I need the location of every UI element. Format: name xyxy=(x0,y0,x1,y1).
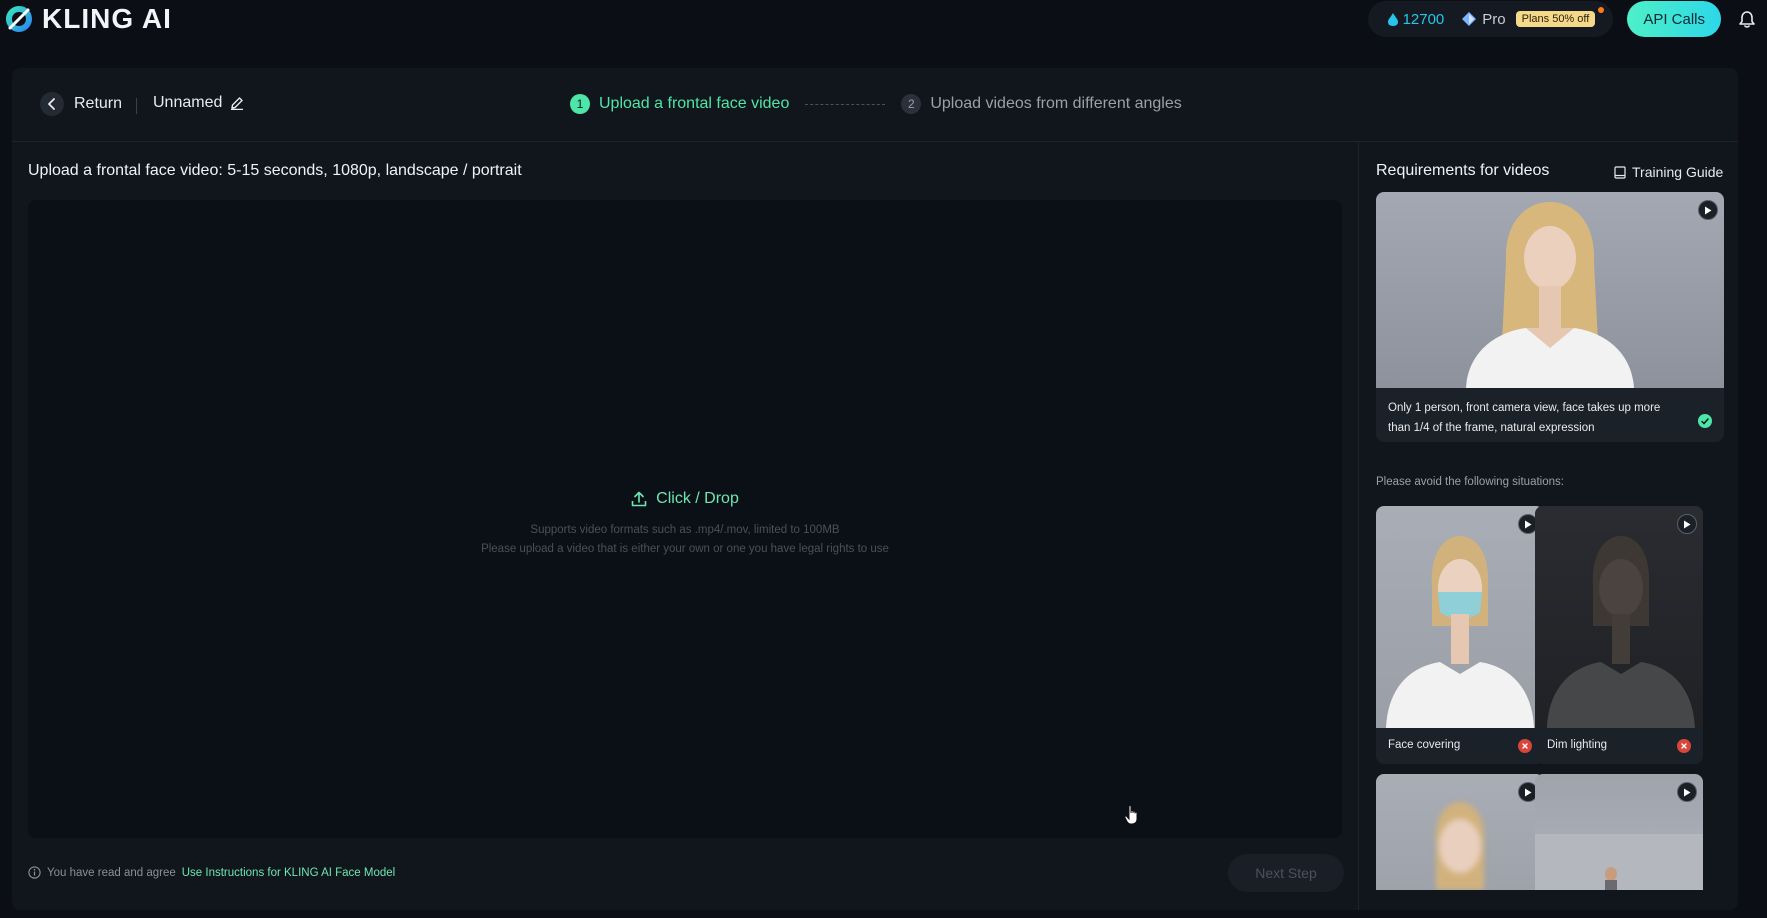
click-drop-action[interactable]: Click / Drop xyxy=(631,490,739,508)
header-divider xyxy=(136,98,137,114)
face-covering-thumbnail xyxy=(1376,506,1544,728)
info-icon xyxy=(28,866,41,879)
bad-example-too-far[interactable] xyxy=(1535,774,1703,890)
step-1-number: 1 xyxy=(570,94,590,114)
bell-icon xyxy=(1739,10,1755,28)
step-1-label: Upload a frontal face video xyxy=(599,95,790,112)
cross-icon xyxy=(1518,739,1532,753)
top-right-controls: 12700 Pro Plans 50% off ● API Calls xyxy=(1367,0,1759,38)
brand-name: KLING AI xyxy=(42,3,172,34)
training-guide-link[interactable]: Training Guide xyxy=(1614,164,1723,180)
credits-count: 12700 xyxy=(1402,10,1445,28)
play-icon xyxy=(1684,788,1691,796)
good-example-card[interactable]: Only 1 person, front camera view, face t… xyxy=(1376,192,1724,442)
panel-header: Return Unnamed 1 Upload a frontal face v… xyxy=(12,68,1738,142)
step-indicator: 1 Upload a frontal face video 2 Upload v… xyxy=(570,94,1182,114)
cross-icon xyxy=(1677,739,1691,753)
credits: 12700 xyxy=(1387,10,1445,28)
api-calls-button[interactable]: API Calls xyxy=(1627,1,1721,37)
person-mask-image xyxy=(1386,536,1534,728)
play-icon xyxy=(1525,520,1532,528)
sidebar-divider xyxy=(1358,142,1359,910)
next-step-button[interactable]: Next Step xyxy=(1228,854,1344,892)
agree-text: You have read and agree xyxy=(47,866,176,879)
play-icon xyxy=(1684,520,1691,528)
dim-lighting-thumbnail xyxy=(1535,506,1703,728)
main-panel: Return Unnamed 1 Upload a frontal face v… xyxy=(12,68,1738,910)
return-button[interactable]: Return xyxy=(40,92,122,116)
agreement-note: You have read and agree Use Instructions… xyxy=(28,866,395,879)
pro-plan[interactable]: Pro Plans 50% off ● xyxy=(1462,1,1605,28)
project-name[interactable]: Unnamed xyxy=(153,94,244,112)
edit-pencil-icon[interactable] xyxy=(230,96,244,110)
training-guide-label: Training Guide xyxy=(1632,164,1724,180)
face-covering-label: Face covering xyxy=(1388,739,1461,751)
pro-label: Pro xyxy=(1482,10,1506,28)
bad-example-face-covering[interactable]: Face covering xyxy=(1376,506,1544,764)
plans-discount-badge[interactable]: Plans 50% off ● xyxy=(1515,1,1605,27)
good-example-caption: Only 1 person, front camera view, face t… xyxy=(1388,402,1661,434)
play-icon xyxy=(1705,206,1712,214)
requirements-title: Requirements for videos xyxy=(1376,162,1550,179)
play-button[interactable] xyxy=(1698,200,1718,220)
person-dim-image xyxy=(1547,536,1695,728)
project-name-label: Unnamed xyxy=(153,94,223,111)
play-button[interactable] xyxy=(1677,782,1697,802)
dim-lighting-label: Dim lighting xyxy=(1547,739,1608,751)
step-2-label: Upload videos from different angles xyxy=(930,95,1182,112)
click-drop-label: Click / Drop xyxy=(656,490,739,507)
top-bar: KLING AI 12700 Pro Plans 50% off ● API C… xyxy=(0,0,1767,38)
person-image xyxy=(1466,202,1634,388)
step-connector xyxy=(805,103,886,105)
flame-icon: ● xyxy=(1596,1,1606,17)
book-icon xyxy=(1614,165,1626,179)
dropzone-content: Click / Drop Supports video formats such… xyxy=(28,490,1342,559)
use-instructions-link[interactable]: Use Instructions for KLING AI Face Model xyxy=(182,867,395,879)
plans-badge-label: Plans 50% off xyxy=(1521,13,1590,25)
diamond-icon xyxy=(1462,12,1477,26)
avoid-title: Please avoid the following situations: xyxy=(1376,476,1564,488)
check-icon xyxy=(1698,414,1712,428)
brand-logo[interactable]: KLING AI xyxy=(4,3,172,35)
bad-example-dim-lighting[interactable]: Dim lighting xyxy=(1535,506,1703,764)
video-dropzone[interactable]: Click / Drop Supports video formats such… xyxy=(28,200,1342,838)
step-2-number: 2 xyxy=(901,94,922,114)
bad-example-blurry[interactable] xyxy=(1376,774,1544,890)
drop-icon xyxy=(1387,12,1398,26)
chevron-left-icon xyxy=(48,98,55,110)
good-example-thumbnail xyxy=(1376,192,1724,388)
upload-title: Upload a frontal face video: 5-15 second… xyxy=(28,162,522,179)
hand-cursor-icon xyxy=(1124,804,1142,831)
credits-pill[interactable]: 12700 Pro Plans 50% off ● xyxy=(1367,1,1614,37)
play-button[interactable] xyxy=(1677,514,1697,534)
rights-hint: Please upload a video that is either you… xyxy=(481,543,889,555)
return-label: Return xyxy=(74,95,123,112)
kling-logo-icon xyxy=(6,6,32,32)
format-hint: Supports video formats such as .mp4/.mov… xyxy=(530,524,840,536)
return-icon-wrap xyxy=(40,92,64,116)
upload-icon xyxy=(631,491,647,507)
play-icon xyxy=(1525,788,1532,796)
notification-bell[interactable] xyxy=(1735,7,1759,31)
